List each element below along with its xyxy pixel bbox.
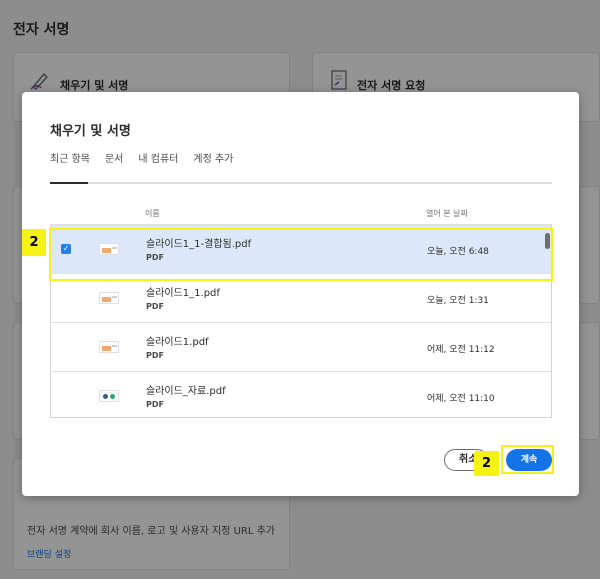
pdf-thumbnail-icon [99,390,119,402]
dialog-title: 채우기 및 서명 [50,124,131,139]
tab-documents[interactable]: 문서 [105,150,123,184]
tab-bar: 최근 항목 문서 내 컴퓨터 계정 추가 [50,150,248,174]
column-header-name[interactable]: 이름 [145,208,160,219]
file-date: 어제, 오전 11:12 [427,345,495,355]
file-row[interactable]: 슬라이드1.pdf PDF 어제, 오전 11:12 [51,322,551,371]
tab-recent[interactable]: 최근 항목 [50,150,90,184]
selected-row-highlight [49,228,553,281]
tab-divider [50,182,552,184]
file-date: 어제, 오전 11:10 [427,394,495,404]
fill-sign-dialog: 채우기 및 서명 최근 항목 문서 내 컴퓨터 계정 추가 이름 열어 본 날짜… [22,92,579,496]
file-type: PDF [146,351,164,360]
pdf-thumbnail-icon [99,292,119,304]
file-name: 슬라이드_자료.pdf [146,386,226,397]
tab-my-computer[interactable]: 내 컴퓨터 [138,150,178,184]
tab-add-account[interactable]: 계정 추가 [193,150,233,184]
file-date: 오늘, 오전 1:31 [427,296,489,306]
continue-button-highlight [501,445,554,474]
file-name: 슬라이드1.pdf [146,337,209,348]
step-badge-row: 2 [22,229,46,256]
active-tab-indicator [50,182,88,184]
pdf-thumbnail-icon [99,341,119,353]
file-type: PDF [146,400,164,409]
file-type: PDF [146,302,164,311]
step-badge-button: 2 [474,451,499,476]
column-header-date[interactable]: 열어 본 날짜 [426,208,468,219]
file-row[interactable]: 슬라이드_자료.pdf PDF 어제, 오전 11:10 [51,371,551,417]
file-name: 슬라이드1_1.pdf [146,288,220,299]
